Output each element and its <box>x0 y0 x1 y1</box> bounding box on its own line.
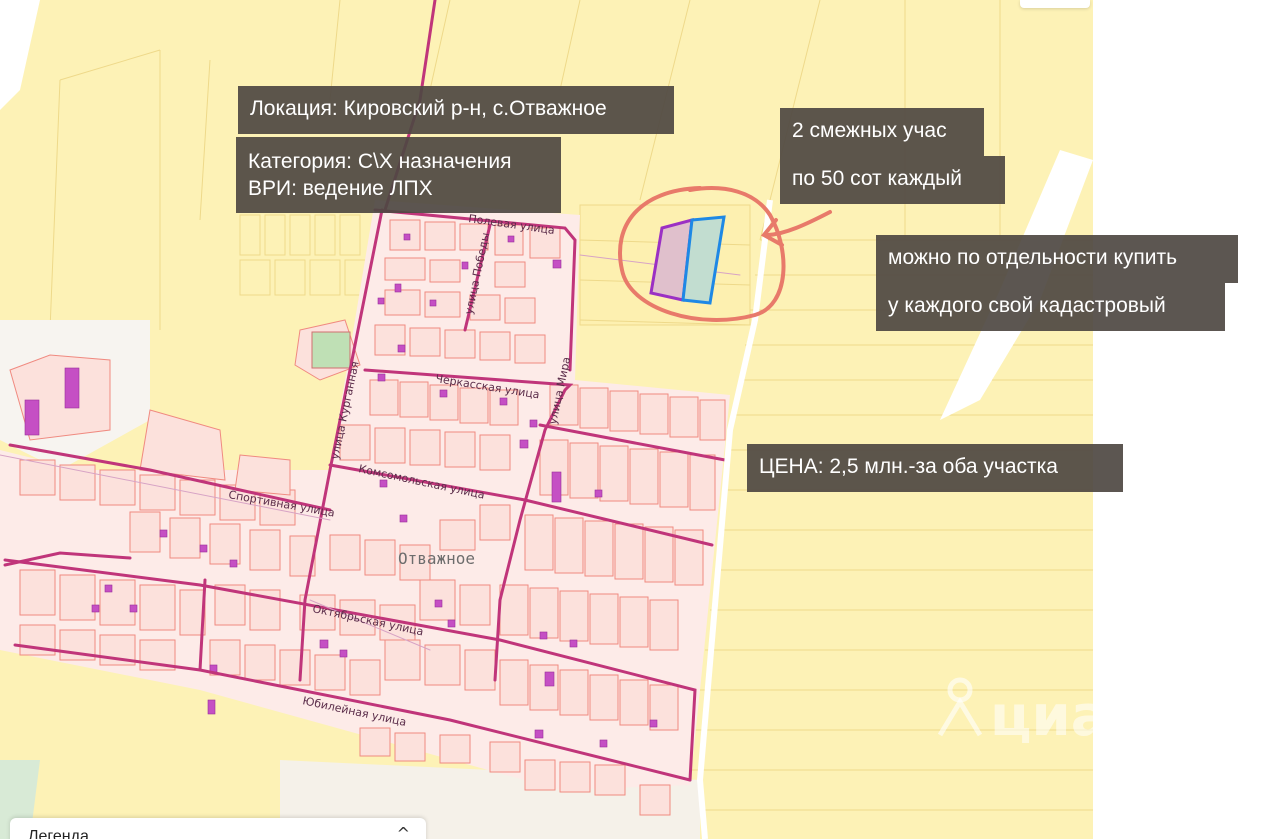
separate-text-line2: у каждого свой кадастровый <box>888 294 1166 317</box>
separate-note-line2: у каждого свой кадастровый <box>876 283 1225 331</box>
plots-text-line1: 2 смежных учас <box>792 119 947 142</box>
category-line2: ВРИ: ведение ЛПХ <box>248 177 433 200</box>
separate-note-line1: можно по отдельности купить <box>876 235 1238 283</box>
plots-note-line1: 2 смежных учас <box>780 108 984 156</box>
category-note: Категория: С\Х назначения ВРИ: ведение Л… <box>236 137 561 213</box>
watermark-text: циан <box>990 684 1093 749</box>
price-note: ЦЕНА: 2,5 млн.-за оба участка <box>747 444 1123 492</box>
chevron-up-icon[interactable]: ^ <box>397 824 410 839</box>
location-text: Локация: Кировский р-н, с.Отважное <box>250 97 607 120</box>
legend-panel[interactable]: Легенда ^ <box>10 818 426 839</box>
price-text: ЦЕНА: 2,5 млн.-за оба участка <box>759 455 1058 478</box>
plots-note-line2: по 50 сот каждый <box>780 156 1005 204</box>
legend-label: Легенда <box>28 828 89 839</box>
map-search-tab[interactable] <box>1020 0 1090 8</box>
separate-text-line1: можно по отдельности купить <box>888 246 1178 269</box>
category-line1: Категория: С\Х назначения <box>248 150 512 173</box>
village-label: Отважное <box>398 549 475 568</box>
plots-text-line2: по 50 сот каждый <box>792 167 962 190</box>
highlighted-plots[interactable] <box>649 215 726 305</box>
location-note: Локация: Кировский р-н, с.Отважное <box>238 86 674 134</box>
